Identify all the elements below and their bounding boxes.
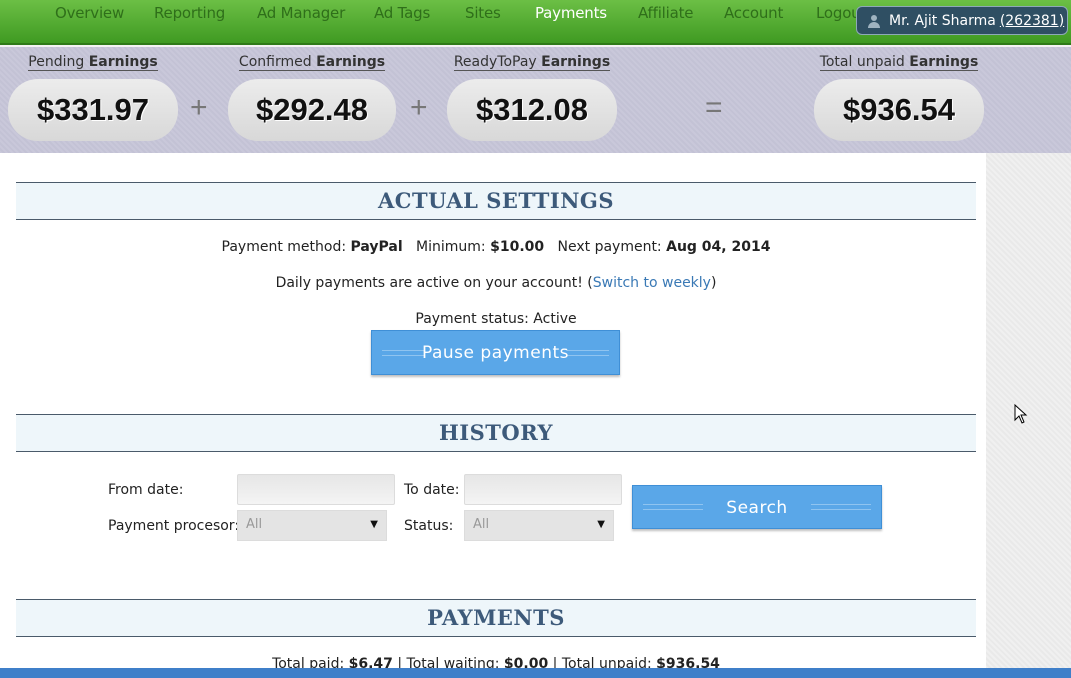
nav-item-ad-tags[interactable]: Ad Tags bbox=[374, 4, 430, 22]
readytopay-earnings-value: $312.08 bbox=[447, 79, 617, 141]
user-icon bbox=[867, 14, 881, 28]
user-name: Mr. Ajit Sharma bbox=[889, 12, 996, 29]
button-decor-line bbox=[643, 504, 703, 510]
total-unpaid-earnings-value: $936.54 bbox=[814, 79, 984, 141]
pending-earnings-value: $331.97 bbox=[8, 79, 178, 141]
to-date-label: To date: bbox=[404, 482, 460, 498]
pending-earnings-label: Pending Earnings bbox=[28, 54, 158, 71]
pending-earnings: Pending Earnings $331.97 bbox=[8, 47, 178, 141]
button-decor-line bbox=[567, 349, 609, 356]
chevron-down-icon: ▼ bbox=[597, 519, 605, 530]
plus-operator: + bbox=[190, 91, 208, 124]
bottom-bar bbox=[0, 668, 1071, 678]
readytopay-earnings: ReadyToPay Earnings $312.08 bbox=[447, 47, 617, 141]
earnings-summary: Pending Earnings $331.97 + Confirmed Ear… bbox=[0, 47, 1071, 153]
switch-to-weekly-link[interactable]: Switch to weekly bbox=[593, 275, 711, 291]
confirmed-earnings-value: $292.48 bbox=[228, 79, 396, 141]
pause-payments-button[interactable]: Pause payments bbox=[371, 330, 620, 375]
total-unpaid-earnings: Total unpaid Earnings $936.54 bbox=[814, 47, 984, 141]
status-value: All bbox=[473, 517, 490, 532]
mouse-pointer-icon bbox=[1014, 404, 1028, 424]
plus-operator: + bbox=[410, 91, 428, 124]
search-button[interactable]: Search bbox=[632, 485, 882, 529]
nav-item-overview[interactable]: Overview bbox=[55, 4, 124, 22]
equals-operator: = bbox=[705, 91, 723, 124]
nav-item-ad-manager[interactable]: Ad Manager bbox=[257, 4, 345, 22]
history-heading: HISTORY bbox=[16, 414, 976, 452]
payment-status-text: Payment status: Active bbox=[415, 311, 577, 327]
to-date-input[interactable] bbox=[464, 474, 622, 505]
chevron-down-icon: ▼ bbox=[370, 519, 378, 530]
payment-processor-label: Payment procesor: bbox=[108, 518, 240, 534]
nav-item-affiliate[interactable]: Affiliate bbox=[638, 4, 693, 22]
user-account-box[interactable]: Mr. Ajit Sharma (262381) bbox=[856, 6, 1068, 35]
button-decor-line bbox=[382, 349, 424, 356]
nav-item-reporting[interactable]: Reporting bbox=[154, 4, 225, 22]
actual-settings-heading: ACTUAL SETTINGS bbox=[16, 182, 976, 220]
from-date-input[interactable] bbox=[237, 474, 395, 505]
nav-item-sites[interactable]: Sites bbox=[465, 4, 501, 22]
main-content: ACTUAL SETTINGS Payment method: PayPal M… bbox=[0, 153, 986, 672]
nav-item-payments[interactable]: Payments bbox=[535, 4, 607, 22]
confirmed-earnings: Confirmed Earnings $292.48 bbox=[228, 47, 396, 141]
total-unpaid-earnings-label: Total unpaid Earnings bbox=[819, 54, 979, 71]
daily-payments-notice: Daily payments are active on your accoun… bbox=[275, 275, 717, 291]
user-id: (262381) bbox=[999, 12, 1065, 29]
right-gutter bbox=[986, 153, 1071, 668]
payments-heading: PAYMENTS bbox=[16, 599, 976, 637]
payment-processor-select[interactable]: All ▼ bbox=[237, 510, 387, 541]
status-select[interactable]: All ▼ bbox=[464, 510, 614, 541]
readytopay-earnings-label: ReadyToPay Earnings bbox=[453, 54, 611, 71]
top-navigation: Overview Reporting Ad Manager Ad Tags Si… bbox=[0, 0, 1071, 45]
payment-settings-line: Payment method: PayPal Minimum: $10.00 N… bbox=[221, 239, 771, 255]
payment-processor-value: All bbox=[246, 517, 263, 532]
button-decor-line bbox=[811, 504, 871, 510]
from-date-label: From date: bbox=[108, 482, 184, 498]
confirmed-earnings-label: Confirmed Earnings bbox=[238, 54, 386, 71]
status-label: Status: bbox=[404, 518, 454, 534]
nav-item-account[interactable]: Account bbox=[724, 4, 783, 22]
